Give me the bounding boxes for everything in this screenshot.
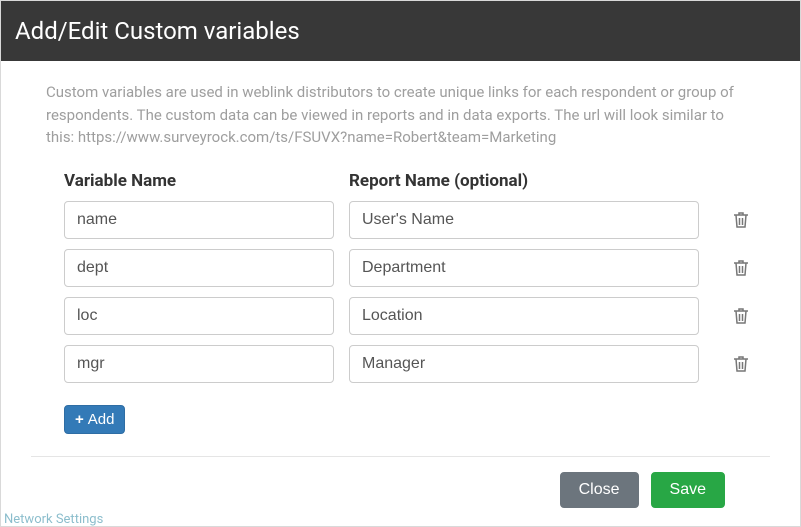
report-name-input[interactable] [349, 201, 699, 239]
variable-row [64, 249, 755, 287]
save-button[interactable]: Save [651, 472, 725, 508]
plus-icon: + [75, 411, 84, 428]
variable-row [64, 201, 755, 239]
modal-title: Add/Edit Custom variables [15, 17, 300, 45]
delete-row-button[interactable] [731, 306, 751, 326]
variable-name-input[interactable] [64, 201, 334, 239]
report-name-input[interactable] [349, 249, 699, 287]
header-variable-name: Variable Name [64, 171, 349, 191]
variable-name-input[interactable] [64, 345, 334, 383]
modal-add-edit-custom-variables: Add/Edit Custom variables Custom variabl… [0, 0, 801, 527]
background-hint: Network Settings [4, 512, 103, 527]
trash-icon [733, 211, 749, 229]
add-button[interactable]: + Add [64, 405, 125, 434]
close-button[interactable]: Close [560, 472, 639, 508]
trash-icon [733, 355, 749, 373]
report-name-input[interactable] [349, 345, 699, 383]
modal-body: Custom variables are used in weblink dis… [1, 61, 800, 456]
modal-description: Custom variables are used in weblink dis… [46, 81, 755, 149]
modal-header: Add/Edit Custom variables [1, 1, 800, 61]
variables-section: Variable Name Report Name (optional) [46, 171, 755, 434]
variable-row [64, 345, 755, 383]
trash-icon [733, 259, 749, 277]
delete-row-button[interactable] [731, 210, 751, 230]
variable-name-input[interactable] [64, 297, 334, 335]
modal-footer: Close Save [31, 456, 770, 526]
header-report-name: Report Name (optional) [349, 171, 755, 191]
report-name-input[interactable] [349, 297, 699, 335]
add-button-label: Add [88, 411, 115, 428]
variable-row [64, 297, 755, 335]
delete-row-button[interactable] [731, 354, 751, 374]
delete-row-button[interactable] [731, 258, 751, 278]
variable-name-input[interactable] [64, 249, 334, 287]
trash-icon [733, 307, 749, 325]
column-headers: Variable Name Report Name (optional) [64, 171, 755, 191]
